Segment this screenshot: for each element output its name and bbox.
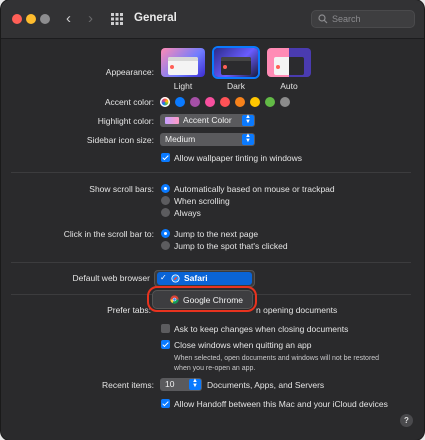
accent-swatch-yellow[interactable] xyxy=(250,97,260,107)
scroll-bars-auto-radio[interactable] xyxy=(161,184,170,193)
highlight-color-value: Accent Color xyxy=(183,115,232,125)
prefer-tabs-label: Prefer tabs: xyxy=(107,305,151,315)
accent-swatch-orange[interactable] xyxy=(235,97,245,107)
scroll-click-spot-radio[interactable] xyxy=(161,241,170,250)
minimize-window-button[interactable] xyxy=(26,14,36,24)
ask-keep-changes-label: Ask to keep changes when closing documen… xyxy=(174,324,349,334)
close-windows-checkbox[interactable] xyxy=(161,340,170,349)
recent-items-value: 10 xyxy=(165,379,175,389)
popup-arrows-icon: ▲ ▼ xyxy=(189,378,201,390)
scroll-click-next-page-label: Jump to the next page xyxy=(174,229,259,239)
forward-chevron-icon[interactable]: › xyxy=(88,11,93,26)
sidebar-icon-size-popup[interactable]: Medium ▲ ▼ xyxy=(160,133,255,146)
wallpaper-tinting-label: Allow wallpaper tinting in windows xyxy=(174,153,303,163)
scroll-click-next-page-radio[interactable] xyxy=(161,229,170,238)
scroll-click-label: Click in the scroll bar to: xyxy=(63,229,154,239)
wallpaper-tinting-checkbox[interactable] xyxy=(161,153,170,162)
recent-items-suffix: Documents, Apps, and Servers xyxy=(207,380,325,390)
show-scroll-bars-label: Show scroll bars: xyxy=(89,184,154,194)
appearance-dark-thumbnail[interactable] xyxy=(214,48,258,77)
menu-item-safari-label: Safari xyxy=(184,273,208,283)
menu-item-safari[interactable]: ✓ Safari xyxy=(157,272,252,285)
appearance-light-thumbnail[interactable] xyxy=(161,48,205,77)
appearance-auto-thumbnail[interactable] xyxy=(267,48,311,77)
search-placeholder: Search xyxy=(332,14,361,24)
window-title: General xyxy=(134,12,177,24)
close-windows-label: Close windows when quitting an app xyxy=(174,340,312,350)
close-windows-note-line1: When selected, open documents and window… xyxy=(174,355,380,362)
default-browser-label: Default web browser xyxy=(72,273,150,283)
accent-swatch-purple[interactable] xyxy=(190,97,200,107)
popup-arrows-icon: ▲ ▼ xyxy=(242,133,254,145)
back-chevron-icon[interactable]: ‹ xyxy=(66,11,71,26)
ask-keep-changes-checkbox[interactable] xyxy=(161,324,170,333)
close-window-button[interactable] xyxy=(12,14,22,24)
appearance-label: Appearance: xyxy=(105,67,154,77)
section-divider xyxy=(11,262,411,263)
accent-swatch-green[interactable] xyxy=(265,97,275,107)
accent-color-label: Accent color: xyxy=(104,97,154,107)
safari-compass-icon xyxy=(171,274,180,283)
preferences-window: ‹ › General Search Appearance: Light Dar… xyxy=(1,0,424,440)
accent-swatch-red[interactable] xyxy=(220,97,230,107)
close-windows-note-line2: when you re-open an app. xyxy=(174,365,256,372)
search-field[interactable]: Search xyxy=(311,10,415,28)
handoff-checkbox[interactable] xyxy=(161,399,170,408)
appearance-light-caption: Light xyxy=(173,81,193,91)
popup-arrows-icon: ▲ ▼ xyxy=(242,114,254,126)
prefer-tabs-trailing-text: n opening documents xyxy=(256,305,338,315)
accent-swatch-multicolor[interactable] xyxy=(160,97,170,107)
default-browser-menu[interactable]: ✓ Safari xyxy=(154,270,255,287)
accent-swatch-pink[interactable] xyxy=(205,97,215,107)
help-button[interactable]: ? xyxy=(400,414,413,427)
highlight-color-label: Highlight color: xyxy=(97,116,154,126)
annotation-highlight-ring xyxy=(147,286,257,312)
scroll-click-spot-label: Jump to the spot that's clicked xyxy=(174,241,288,251)
highlight-color-popup[interactable]: Accent Color ▲ ▼ xyxy=(160,114,255,127)
scroll-bars-always-radio[interactable] xyxy=(161,208,170,217)
recent-items-popup[interactable]: 10 ▲ ▼ xyxy=(160,378,202,391)
section-divider xyxy=(11,172,411,173)
handoff-label: Allow Handoff between this Mac and your … xyxy=(174,399,388,409)
scroll-bars-always-label: Always xyxy=(174,208,201,218)
recent-items-label: Recent items: xyxy=(102,380,154,390)
scroll-bars-auto-label: Automatically based on mouse or trackpad xyxy=(174,184,335,194)
sidebar-icon-size-value: Medium xyxy=(165,134,196,144)
checkmark-icon: ✓ xyxy=(160,273,167,282)
highlight-swatch-icon xyxy=(165,117,179,124)
title-bar: ‹ › General Search xyxy=(1,0,424,39)
appearance-auto-caption: Auto xyxy=(280,81,298,91)
accent-swatch-graphite[interactable] xyxy=(280,97,290,107)
search-icon xyxy=(318,14,328,24)
accent-swatch-blue[interactable] xyxy=(175,97,185,107)
show-all-grid-icon[interactable] xyxy=(111,13,123,25)
zoom-window-button[interactable] xyxy=(40,14,50,24)
sidebar-icon-size-label: Sidebar icon size: xyxy=(86,135,154,145)
scroll-bars-scrolling-label: When scrolling xyxy=(174,196,230,206)
appearance-dark-caption: Dark xyxy=(227,81,245,91)
scroll-bars-scrolling-radio[interactable] xyxy=(161,196,170,205)
